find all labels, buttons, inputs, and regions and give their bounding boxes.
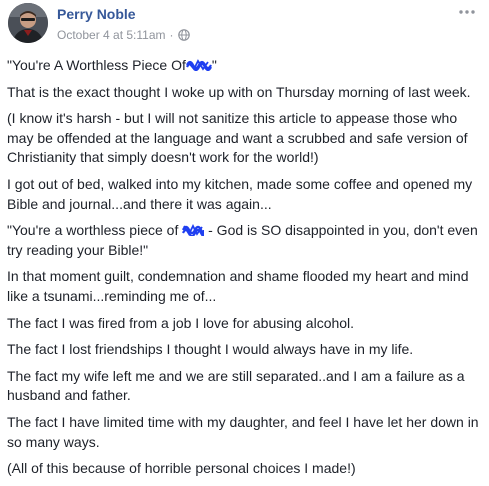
post-paragraph: The fact I lost friendships I thought I … — [7, 341, 414, 358]
author-name[interactable]: Perry Noble — [57, 6, 136, 22]
paragraph-text: "You're A Worthless Piece Of — [7, 57, 186, 73]
censor-scribble-icon — [182, 224, 205, 237]
post-paragraph: I got out of bed, walked into my kitchen… — [7, 175, 473, 212]
globe-icon[interactable] — [177, 29, 190, 41]
paragraph-text: " — [211, 57, 217, 73]
post-paragraph: (All of this because of horrible persona… — [7, 460, 356, 477]
post-paragraph: (I know it's harsh - but I will not sani… — [7, 110, 468, 166]
post-paragraph: In that moment guilt, condemnation and s… — [7, 268, 469, 304]
author-avatar[interactable] — [8, 3, 48, 43]
meta-separator: · — [169, 28, 174, 42]
paragraph-text: "You're a worthless piece of — [7, 222, 179, 239]
post-paragraph: "You're A Worthless Piece Of " — [7, 56, 482, 76]
post-body: "You're A Worthless Piece Of " That is t… — [7, 56, 482, 486]
more-options-icon[interactable] — [457, 4, 477, 20]
censor-scribble-icon — [185, 59, 212, 71]
post-paragraph: "You're a worthless piece of - God is SO… — [7, 221, 482, 260]
post-paragraph: The fact my wife left me and we are stil… — [7, 367, 465, 404]
post-timestamp[interactable]: October 4 at 5:11am — [57, 28, 166, 42]
post-paragraph: That is the exact thought I woke up with… — [7, 83, 471, 100]
post-paragraph: The fact I have limited time with my dau… — [7, 413, 479, 450]
post-paragraph: The fact I was fired from a job I love f… — [7, 314, 355, 331]
post-meta: October 4 at 5:11am · — [57, 28, 190, 42]
avatar-photo — [8, 3, 48, 43]
facebook-post: Perry Noble October 4 at 5:11am · "You'r… — [0, 0, 489, 476]
